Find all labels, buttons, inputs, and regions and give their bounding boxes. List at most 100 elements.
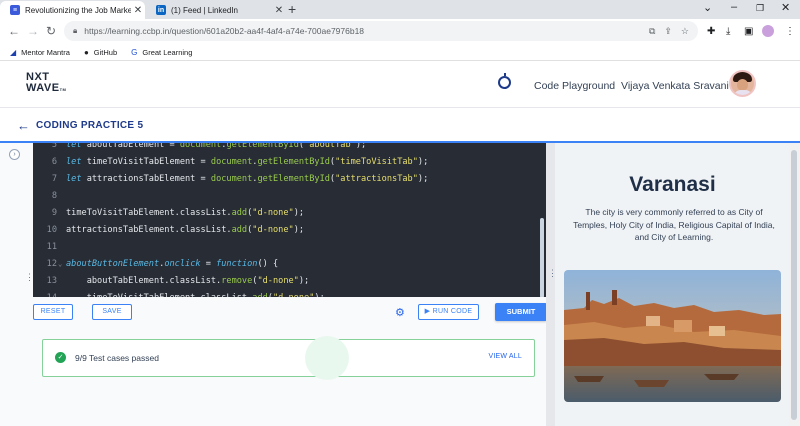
code-token: () { bbox=[257, 258, 279, 269]
expand-panel-icon[interactable]: › bbox=[9, 149, 20, 160]
code-line[interactable]: 8 bbox=[33, 187, 533, 204]
submit-button[interactable]: SUBMIT bbox=[495, 303, 547, 321]
code-token: aboutTabElement.classList. bbox=[66, 275, 222, 286]
bookmark-star-icon[interactable]: ☆ bbox=[681, 26, 689, 37]
code-token: document bbox=[179, 143, 222, 150]
nxtwave-logo[interactable]: NXT WAVETM bbox=[26, 72, 66, 95]
fold-chevron-icon[interactable]: ⌄ bbox=[58, 260, 62, 268]
close-tab-icon[interactable]: ✕ bbox=[131, 5, 145, 16]
line-number: 13 bbox=[46, 275, 57, 286]
check-watermark-icon bbox=[305, 336, 349, 380]
practice-bar: ← CODING PRACTICE 5 bbox=[0, 108, 800, 141]
editor-controls: RESET SAVE ⚙ ▶ RUN CODE SUBMIT bbox=[33, 297, 547, 327]
view-all-link[interactable]: VIEW ALL bbox=[488, 353, 522, 360]
address-bar[interactable]: 🔒︎ https://learning.ccbp.in/question/601… bbox=[64, 21, 698, 41]
code-token: aboutTabElement = bbox=[86, 143, 180, 150]
restore-icon[interactable]: ❐ bbox=[756, 3, 764, 14]
code-token: aboutButtonElement bbox=[66, 258, 160, 269]
code-playground-link[interactable]: Code Playground bbox=[534, 80, 615, 92]
code-token: add bbox=[231, 207, 248, 218]
code-token: onclick bbox=[164, 258, 201, 269]
play-icon: ▶ bbox=[424, 308, 431, 315]
line-number: 10 bbox=[46, 224, 57, 235]
gear-icon[interactable]: ⚙ bbox=[395, 306, 405, 319]
code-line[interactable]: 11 bbox=[33, 238, 533, 255]
output-preview: Varanasi The city is very commonly refer… bbox=[555, 143, 800, 426]
forward-icon[interactable]: → bbox=[27, 24, 39, 38]
code-token: document bbox=[210, 173, 253, 184]
window-close-icon[interactable]: ✕ bbox=[781, 1, 790, 14]
new-tab-icon[interactable]: + bbox=[288, 1, 296, 17]
code-token: getElementById bbox=[257, 156, 330, 167]
line-number: 8 bbox=[51, 190, 57, 201]
reset-button[interactable]: RESET bbox=[33, 304, 73, 320]
code-token: "d-none" bbox=[252, 207, 294, 218]
line-number: 5 bbox=[51, 143, 57, 150]
app-header: NXT WAVETM Code Playground Vijaya Venkat… bbox=[0, 62, 800, 108]
code-token: add bbox=[231, 224, 248, 235]
avatar[interactable] bbox=[729, 70, 756, 97]
reload-icon[interactable]: ↻ bbox=[46, 24, 56, 38]
share-icon[interactable]: ⇪ bbox=[664, 26, 672, 37]
code-token: attractionsTabElement = bbox=[86, 173, 211, 184]
menu-kebab-icon[interactable]: ⋮ bbox=[785, 26, 795, 37]
code-token: ); bbox=[293, 207, 305, 218]
code-token: = bbox=[200, 258, 217, 269]
code-token: getElementById bbox=[257, 173, 330, 184]
code-line[interactable]: 5 let aboutTabElement = document. getEleme… bbox=[33, 143, 533, 153]
editor-scrollbar[interactable] bbox=[540, 218, 544, 298]
browser-tab-strip: ≡ Revolutionizing the Job Market | ✕ in … bbox=[0, 0, 800, 19]
extensions-icon[interactable]: ✚ bbox=[707, 26, 715, 37]
linkedin-favicon-icon: in bbox=[156, 5, 166, 15]
browser-tab-linkedin[interactable]: in (1) Feed | LinkedIn ✕ bbox=[146, 1, 286, 19]
line-number: 11 bbox=[46, 241, 57, 252]
code-token: "attractionsTab" bbox=[335, 173, 418, 184]
browser-tab-active[interactable]: ≡ Revolutionizing the Job Market | ✕ bbox=[0, 1, 145, 19]
code-line[interactable]: 9 timeToVisitTabElement.classList. add("d-… bbox=[33, 204, 533, 221]
logo-tm: TM bbox=[59, 87, 67, 92]
preview-title: Varanasi bbox=[629, 173, 716, 196]
back-arrow-icon[interactable]: ← bbox=[17, 118, 30, 133]
bookmark-great-learning[interactable]: G Great Learning bbox=[131, 48, 192, 57]
run-code-label: RUN CODE bbox=[432, 308, 473, 315]
code-line[interactable]: 6 let timeToVisitTabElement = document. ge… bbox=[33, 153, 533, 170]
preview-scrollbar[interactable] bbox=[791, 150, 797, 420]
code-line[interactable]: 7 let attractionsTabElement = document. ge… bbox=[33, 170, 533, 187]
code-line[interactable]: 10 attractionsTabElement.classList. add("d… bbox=[33, 221, 533, 238]
bookmark-github[interactable]: ● GitHub bbox=[84, 48, 117, 57]
nxtwave-favicon-icon: ≡ bbox=[10, 5, 20, 15]
line-number: 6 bbox=[51, 156, 57, 167]
page-title: CODING PRACTICE 5 bbox=[36, 120, 144, 131]
user-name[interactable]: Vijaya Venkata Sravani bbox=[621, 80, 729, 92]
minimize-icon[interactable]: – bbox=[731, 1, 737, 13]
left-drag-handle-icon[interactable]: ⋮ bbox=[25, 273, 34, 282]
bookmark-mentor-mantra[interactable]: ◢ Mentor Mantra bbox=[10, 48, 70, 57]
profile-avatar-icon[interactable] bbox=[762, 25, 774, 37]
back-icon[interactable]: ← bbox=[8, 24, 20, 38]
timer-icon[interactable] bbox=[498, 73, 511, 89]
browser-toolbar: ← → ↻ 🔒︎ https://learning.ccbp.in/questi… bbox=[0, 19, 800, 44]
tab-title: Revolutionizing the Job Market | bbox=[25, 5, 131, 15]
save-button[interactable]: SAVE bbox=[92, 304, 132, 320]
resize-handle[interactable]: ⋮ bbox=[546, 143, 557, 426]
mentor-mantra-icon: ◢ bbox=[10, 47, 17, 57]
code-token: timeToVisitTabElement = bbox=[86, 156, 211, 167]
test-result-text: 9/9 Test cases passed bbox=[75, 353, 159, 363]
download-icon[interactable]: ⤓ bbox=[726, 26, 730, 37]
side-panel-icon[interactable]: ▣ bbox=[744, 26, 753, 37]
code-token: ); bbox=[417, 156, 429, 167]
code-token: getElementById bbox=[226, 143, 299, 150]
code-line[interactable]: 12 ⌄ aboutButtonElement. onclick = function… bbox=[33, 255, 533, 272]
line-number: 7 bbox=[51, 173, 57, 184]
code-token: let bbox=[66, 156, 87, 167]
code-editor[interactable]: 5 let aboutTabElement = document. getEleme… bbox=[33, 143, 547, 297]
code-token: ); bbox=[417, 173, 429, 184]
code-token: let bbox=[66, 143, 87, 150]
run-code-button[interactable]: ▶ RUN CODE bbox=[418, 304, 479, 320]
code-line[interactable]: 13 aboutTabElement.classList. remove("d-n… bbox=[33, 272, 533, 289]
preview-description: The city is very commonly referred to as… bbox=[573, 207, 775, 242]
close-tab-icon[interactable]: ✕ bbox=[272, 5, 286, 16]
code-line[interactable]: 14 timeToVisitTabElement.classList.add("… bbox=[33, 289, 533, 298]
open-in-app-icon[interactable]: ⧉ bbox=[649, 26, 655, 37]
chevron-down-icon[interactable]: ⌄ bbox=[703, 1, 712, 14]
